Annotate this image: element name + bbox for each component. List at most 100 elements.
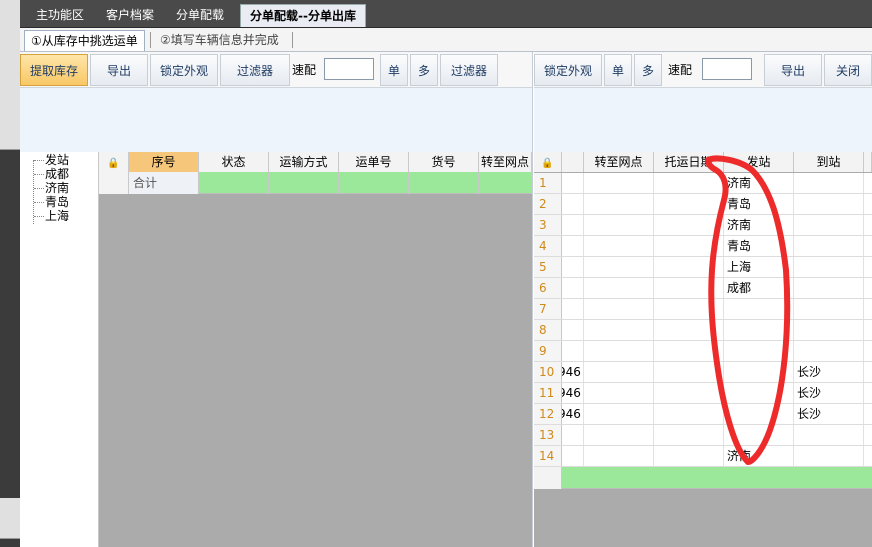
row-number[interactable]: 12 (534, 404, 562, 424)
col-status[interactable]: 状态 (199, 152, 269, 172)
cell-ship-date[interactable] (654, 383, 724, 403)
cell-hidden[interactable] (562, 236, 584, 256)
cell-transfer-point[interactable] (584, 362, 654, 382)
export-button-left[interactable]: 导出 (90, 54, 148, 86)
table-row[interactable]: 10946 长沙 (534, 362, 872, 383)
cell-ship-date[interactable] (654, 362, 724, 382)
col-goods-no[interactable]: 货号 (409, 152, 479, 172)
cell-transfer-point[interactable] (584, 173, 654, 193)
tree-node-root[interactable]: 发站 (34, 153, 69, 167)
cell-destination[interactable]: 长沙 (794, 404, 864, 424)
lock-view-button-left[interactable]: 锁定外观 (150, 54, 218, 86)
quick-match-input-right[interactable] (702, 58, 752, 80)
cell-origin-station[interactable] (724, 404, 794, 424)
row-number[interactable]: 2 (534, 194, 562, 214)
row-number[interactable]: 8 (534, 320, 562, 340)
cell-destination[interactable] (794, 341, 864, 361)
cell-origin-station[interactable]: 济南 (724, 446, 794, 466)
col-transfer-point[interactable]: 转至网点 (584, 152, 654, 172)
col-waybill[interactable]: 运单号 (339, 152, 409, 172)
tab-split-loading[interactable]: 分单配载 (166, 4, 234, 26)
cell-transfer-point[interactable] (584, 404, 654, 424)
cell-ship-date[interactable] (654, 320, 724, 340)
cell-hidden[interactable] (562, 278, 584, 298)
fetch-stock-button[interactable]: 提取库存 (20, 54, 88, 86)
cell-hidden[interactable] (562, 215, 584, 235)
tab-main-function[interactable]: 主功能区 (26, 4, 94, 26)
table-row[interactable]: 7 (534, 299, 872, 320)
cell-transfer-point[interactable] (584, 215, 654, 235)
cell-ship-date[interactable] (654, 173, 724, 193)
lock-view-button-right[interactable]: 锁定外观 (534, 54, 602, 86)
cell-origin-station[interactable] (724, 383, 794, 403)
cell-destination[interactable] (794, 320, 864, 340)
row-number[interactable]: 7 (534, 299, 562, 319)
cell-ship-date[interactable] (654, 215, 724, 235)
export-button-right[interactable]: 导出 (764, 54, 822, 86)
single-button-left[interactable]: 单 (380, 54, 408, 86)
cell-origin-station[interactable]: 青岛 (724, 194, 794, 214)
cell-ship-date[interactable] (654, 278, 724, 298)
col-transfer-point[interactable]: 转至网点 (479, 152, 532, 172)
row-number[interactable]: 14 (534, 446, 562, 466)
cell-hidden[interactable] (562, 425, 584, 445)
cell-hidden[interactable]: 946 (562, 383, 584, 403)
close-button[interactable]: 关闭 (824, 54, 872, 86)
cell-origin-station[interactable]: 上海 (724, 257, 794, 277)
row-number[interactable]: 4 (534, 236, 562, 256)
cell-ship-date[interactable] (654, 446, 724, 466)
multi-button-right[interactable]: 多 (634, 54, 662, 86)
cell-transfer-point[interactable] (584, 341, 654, 361)
table-row[interactable]: 9 (534, 341, 872, 362)
cell-origin-station[interactable]: 济南 (724, 215, 794, 235)
table-row[interactable]: 11946 长沙 (534, 383, 872, 404)
multi-button-left[interactable]: 多 (410, 54, 438, 86)
row-number[interactable]: 11 (534, 383, 562, 403)
col-origin-station[interactable]: 发站 (724, 152, 794, 172)
cell-transfer-point[interactable] (584, 299, 654, 319)
cell-ship-date[interactable] (654, 404, 724, 424)
cell-origin-station[interactable] (724, 341, 794, 361)
row-number[interactable]: 3 (534, 215, 562, 235)
table-row[interactable]: 12946 长沙 (534, 404, 872, 425)
close-tab-icon[interactable]: ✕ (867, 4, 872, 24)
row-number[interactable]: 6 (534, 278, 562, 298)
col-ship-date[interactable]: 托运日期 (654, 152, 724, 172)
cell-hidden[interactable]: 946 (562, 362, 584, 382)
cell-ship-date[interactable] (654, 341, 724, 361)
filter-button-left-2[interactable]: 过滤器 (440, 54, 498, 86)
lock-column-icon[interactable]: 🔒 (99, 152, 129, 172)
cell-hidden[interactable] (562, 257, 584, 277)
table-row[interactable]: 3 济南 (534, 215, 872, 236)
col-destination[interactable]: 到站 (794, 152, 864, 172)
cell-transfer-point[interactable] (584, 425, 654, 445)
tab-split-outbound[interactable]: 分单配载--分单出库 (240, 4, 366, 27)
cell-ship-date[interactable] (654, 257, 724, 277)
tree-node-qingdao[interactable]: 青岛 (34, 195, 69, 209)
table-row[interactable]: 2 青岛 (534, 194, 872, 215)
step-pick-waybills[interactable]: ①从库存中挑选运单 (24, 30, 145, 51)
cell-ship-date[interactable] (654, 194, 724, 214)
cell-destination[interactable] (794, 299, 864, 319)
cell-hidden[interactable] (562, 299, 584, 319)
cell-destination[interactable]: 长沙 (794, 362, 864, 382)
cell-transfer-point[interactable] (584, 257, 654, 277)
tab-customer-records[interactable]: 客户档案 (96, 4, 164, 26)
cell-hidden[interactable] (562, 194, 584, 214)
quick-match-input-left[interactable] (324, 58, 374, 80)
left-grid-body[interactable] (99, 172, 532, 547)
table-row[interactable]: 4 青岛 (534, 236, 872, 257)
cell-destination[interactable] (794, 236, 864, 256)
table-row[interactable]: 13 (534, 425, 872, 446)
cell-destination[interactable] (794, 257, 864, 277)
cell-destination[interactable] (794, 194, 864, 214)
table-row[interactable]: 6 成都 (534, 278, 872, 299)
cell-ship-date[interactable] (654, 425, 724, 445)
cell-transfer-point[interactable] (584, 278, 654, 298)
cell-destination[interactable] (794, 215, 864, 235)
col-hidden[interactable] (562, 152, 584, 172)
tree-node-chengdu[interactable]: 成都 (34, 167, 69, 181)
cell-origin-station[interactable] (724, 362, 794, 382)
tree-node-jinan[interactable]: 济南 (34, 181, 69, 195)
cell-destination[interactable] (794, 446, 864, 466)
